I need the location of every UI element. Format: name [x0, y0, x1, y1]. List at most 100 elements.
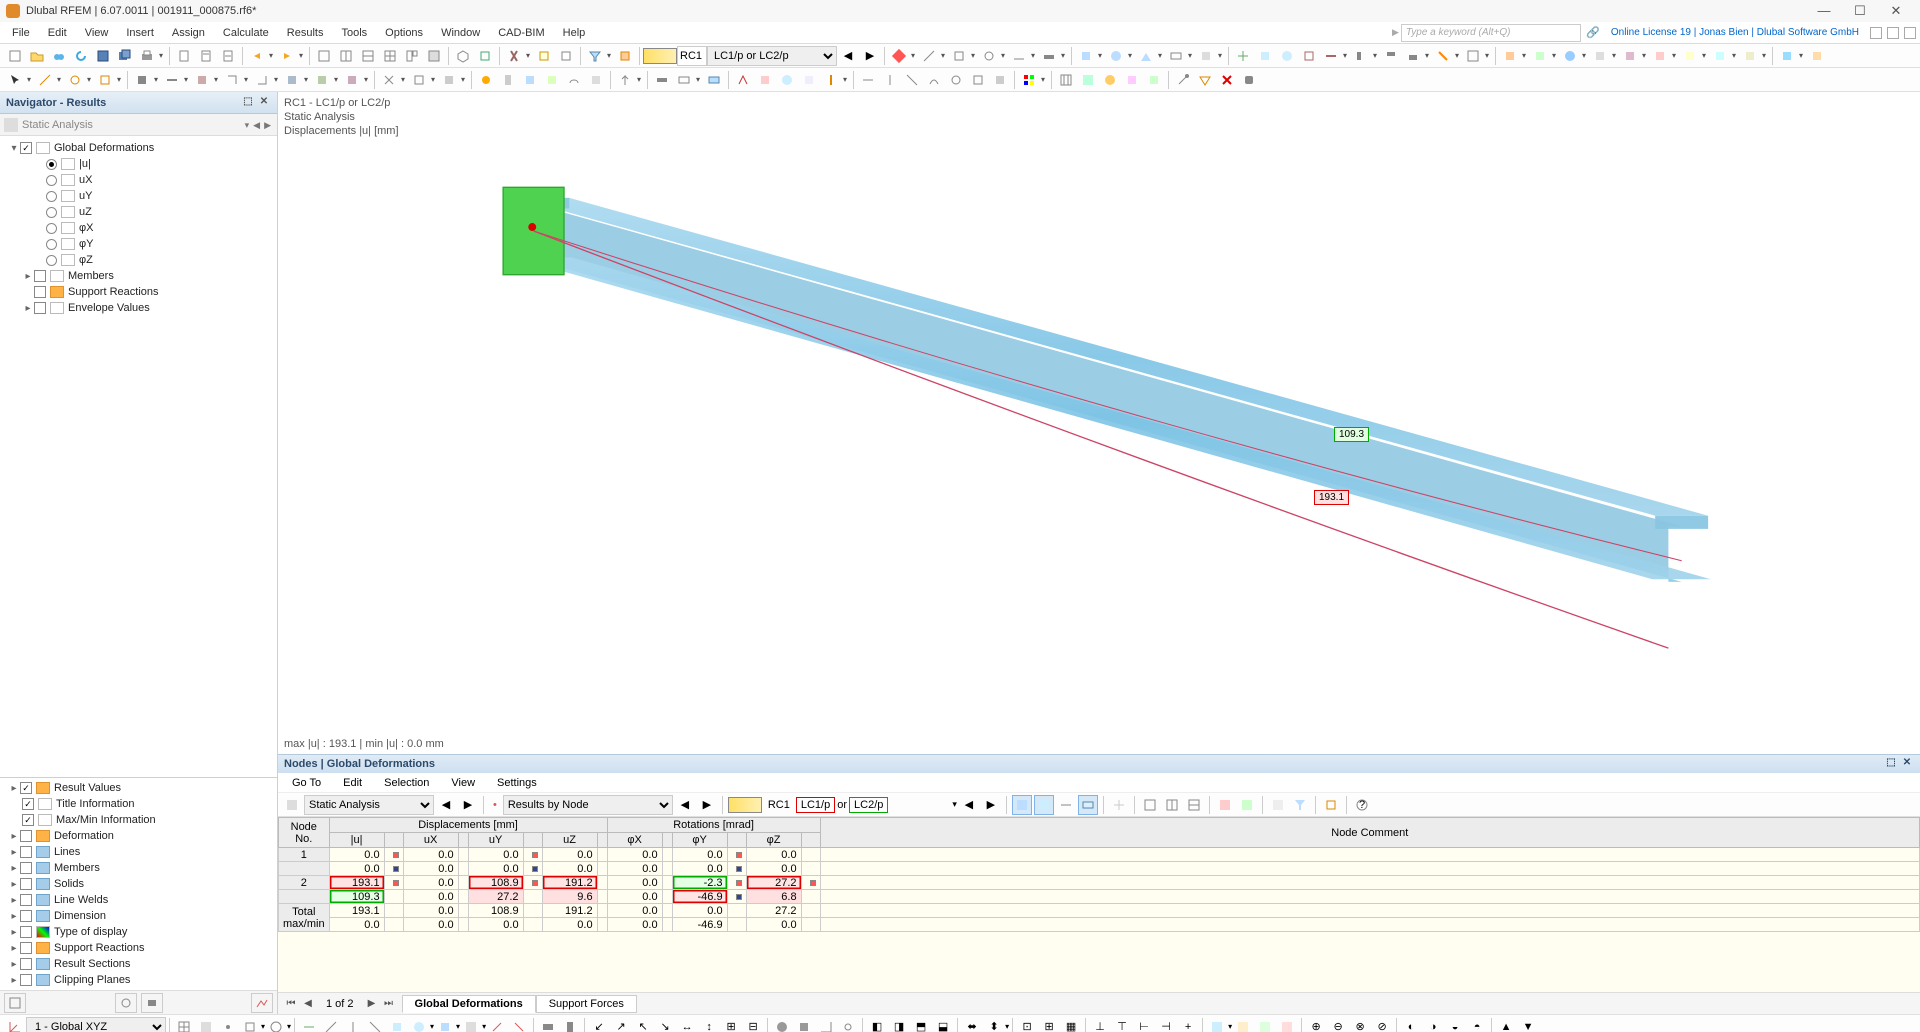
bt-24[interactable]: ↕ — [699, 1017, 719, 1032]
doc-minimize-icon[interactable] — [1870, 27, 1882, 39]
lc-next[interactable]: ▶ — [860, 46, 880, 66]
bt-50[interactable]: ⊖ — [1328, 1017, 1348, 1032]
bt-23[interactable]: ↔ — [677, 1017, 697, 1032]
table-row[interactable]: 0.0 0.0 0.0 0.0 0.0 0.0 0.0 — [279, 862, 1920, 876]
view3-button[interactable] — [358, 46, 378, 66]
bt-38[interactable]: ⊞ — [1039, 1017, 1059, 1032]
bt-57[interactable]: ▲ — [1496, 1017, 1516, 1032]
bt-47[interactable] — [1255, 1017, 1275, 1032]
t2-22[interactable] — [615, 70, 635, 90]
tree-ux[interactable]: uX — [2, 172, 275, 188]
doc-restore-icon[interactable] — [1887, 27, 1899, 39]
t2-39[interactable] — [1056, 70, 1076, 90]
rp-tb-3[interactable] — [1056, 795, 1076, 815]
rp-tb-1[interactable] — [1012, 795, 1032, 815]
t2-45[interactable] — [1195, 70, 1215, 90]
doc1-button[interactable] — [174, 46, 194, 66]
t2-7[interactable] — [192, 70, 212, 90]
tbr-10[interactable] — [1166, 46, 1186, 66]
lower-dimension[interactable]: ▸Dimension — [2, 908, 275, 924]
t2-27[interactable] — [755, 70, 775, 90]
bt-27[interactable] — [772, 1017, 792, 1032]
bt-45[interactable] — [1207, 1017, 1227, 1032]
rpm-goto[interactable]: Go To — [282, 777, 331, 789]
close-button[interactable]: ✕ — [1878, 0, 1914, 22]
tbr-21[interactable] — [1463, 46, 1483, 66]
filter-dd[interactable]: ▾ — [243, 120, 252, 130]
struct-button[interactable] — [475, 46, 495, 66]
bt-58[interactable]: ▼ — [1518, 1017, 1538, 1032]
filter-next[interactable]: ▶ — [262, 120, 273, 130]
tbr-1[interactable] — [889, 46, 909, 66]
bt-42[interactable]: ⊢ — [1134, 1017, 1154, 1032]
t2-11[interactable] — [312, 70, 332, 90]
bt-53[interactable]: ◐ — [1401, 1017, 1421, 1032]
new-button[interactable] — [5, 46, 25, 66]
bt-15[interactable] — [487, 1017, 507, 1032]
lower-maxmin[interactable]: Max/Min Information — [2, 812, 275, 828]
t2-41[interactable] — [1100, 70, 1120, 90]
t2-38[interactable] — [1019, 70, 1039, 90]
bt-32[interactable]: ◨ — [889, 1017, 909, 1032]
bt-14[interactable] — [461, 1017, 481, 1032]
rp-tab-supports[interactable]: Support Forces — [536, 995, 637, 1013]
tbr-2[interactable] — [919, 46, 939, 66]
bt-8[interactable] — [321, 1017, 341, 1032]
tree-phix[interactable]: φX — [2, 220, 275, 236]
tbr-5[interactable] — [1009, 46, 1029, 66]
t2-31[interactable] — [858, 70, 878, 90]
lower-lines[interactable]: ▸Lines — [2, 844, 275, 860]
rp-filter-next[interactable]: ▶ — [458, 795, 478, 815]
rc-combo[interactable] — [677, 46, 707, 66]
navtab-2[interactable] — [115, 993, 137, 1013]
t2-37[interactable] — [990, 70, 1010, 90]
view5-button[interactable] — [402, 46, 422, 66]
bt-36[interactable]: ⬍ — [984, 1017, 1004, 1032]
navtab-1[interactable] — [4, 993, 26, 1013]
clear-button[interactable] — [615, 46, 635, 66]
tbr-4[interactable] — [979, 46, 999, 66]
rp-tb-4[interactable] — [1078, 795, 1098, 815]
bt-11[interactable] — [387, 1017, 407, 1032]
bt-30[interactable] — [838, 1017, 858, 1032]
t2-30[interactable] — [821, 70, 841, 90]
bt-37[interactable]: ⊡ — [1017, 1017, 1037, 1032]
lower-type-display[interactable]: ▸Type of display — [2, 924, 275, 940]
rp-nav-next[interactable]: ▶ — [365, 998, 379, 1009]
tbr-20[interactable] — [1433, 46, 1453, 66]
navtab-3[interactable] — [141, 993, 163, 1013]
t2-35[interactable] — [946, 70, 966, 90]
lc-prev[interactable]: ◀ — [838, 46, 858, 66]
bt-56[interactable]: ◓ — [1467, 1017, 1487, 1032]
tbr-15[interactable] — [1299, 46, 1319, 66]
redo-button[interactable] — [277, 46, 297, 66]
t2-4[interactable] — [95, 70, 115, 90]
tbr-25[interactable] — [1590, 46, 1610, 66]
bt-31[interactable]: ◧ — [867, 1017, 887, 1032]
bt-13[interactable] — [435, 1017, 455, 1032]
rp-filter-combo[interactable]: Static Analysis — [304, 795, 434, 815]
tree-phiz[interactable]: φZ — [2, 252, 275, 268]
lower-result-sections[interactable]: ▸Result Sections — [2, 956, 275, 972]
minimize-button[interactable]: — — [1806, 0, 1842, 22]
rp-results-by[interactable]: Results by Node — [503, 795, 673, 815]
tbr-32[interactable] — [1807, 46, 1827, 66]
doc2-button[interactable] — [196, 46, 216, 66]
bt-25[interactable]: ⊞ — [721, 1017, 741, 1032]
tree-global-deformations[interactable]: ▾ Global Deformations — [2, 140, 275, 156]
t2-2[interactable] — [35, 70, 55, 90]
rp-tb-10[interactable] — [1237, 795, 1257, 815]
t2-17[interactable] — [498, 70, 518, 90]
bt-48[interactable] — [1277, 1017, 1297, 1032]
rpm-view[interactable]: View — [441, 777, 485, 789]
tbr-13[interactable] — [1255, 46, 1275, 66]
tbr-16[interactable] — [1321, 46, 1341, 66]
rpm-edit[interactable]: Edit — [333, 777, 372, 789]
lower-clipping-planes[interactable]: ▸Clipping Planes — [2, 972, 275, 988]
rp-tb-8[interactable] — [1184, 795, 1204, 815]
bt-28[interactable] — [794, 1017, 814, 1032]
tbr-24[interactable] — [1560, 46, 1580, 66]
bt-6[interactable] — [266, 1017, 286, 1032]
bt-33[interactable]: ⬒ — [911, 1017, 931, 1032]
bt-35[interactable]: ⬌ — [962, 1017, 982, 1032]
